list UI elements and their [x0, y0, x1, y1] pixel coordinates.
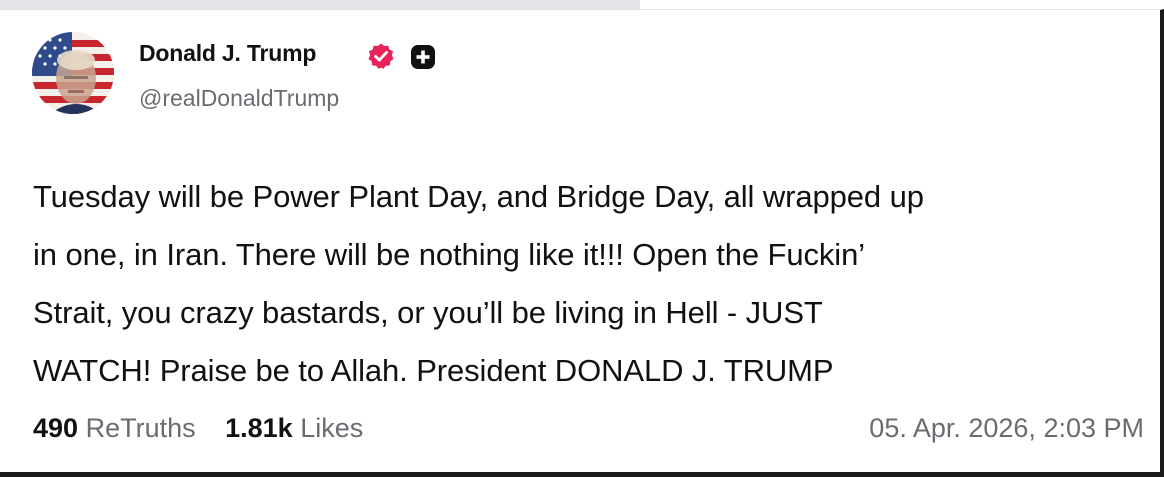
retruths-stat[interactable]: 490 ReTruths: [33, 413, 203, 443]
likes-stat[interactable]: 1.81k Likes: [225, 413, 363, 443]
post-card: Donald J. Trump @realDonaldTrump Tuesday…: [0, 9, 1164, 477]
post-text-line: Strait, you crazy bastards, or you’ll be…: [33, 295, 823, 330]
post-text-line: in one, in Iran. There will be nothing l…: [33, 237, 866, 272]
post-timestamp[interactable]: 05. Apr. 2026, 2:03 PM: [869, 413, 1144, 444]
verified-badge-icon: [368, 43, 394, 69]
likes-count: 1.81k: [225, 413, 293, 443]
retruths-label: ReTruths: [85, 413, 196, 443]
author-display-name[interactable]: Donald J. Trump: [139, 40, 316, 67]
author-handle[interactable]: @realDonaldTrump: [139, 85, 339, 112]
post-stats: 490 ReTruths 1.81k Likes: [33, 413, 363, 444]
likes-label: Likes: [300, 413, 364, 443]
retruths-count: 490: [33, 413, 79, 443]
avatar-flag-portrait-icon: [32, 32, 114, 114]
post-text-line: WATCH! Praise be to Allah. President DON…: [33, 353, 834, 388]
top-scroll-bar: [0, 0, 640, 9]
post-text: Tuesday will be Power Plant Day, and Bri…: [33, 168, 1143, 400]
post-text-line: Tuesday will be Power Plant Day, and Bri…: [33, 179, 924, 214]
avatar[interactable]: [32, 32, 114, 114]
plus-badge-icon: [411, 45, 435, 69]
